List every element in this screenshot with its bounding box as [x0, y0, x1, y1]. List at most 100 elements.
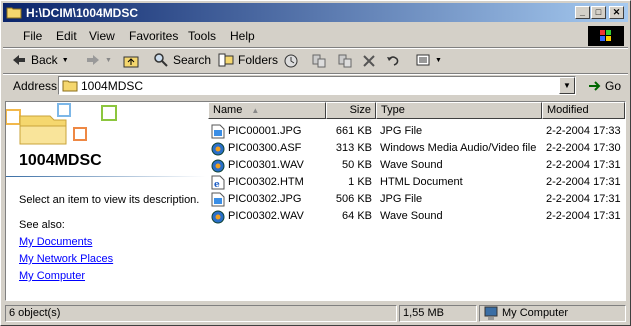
file-row[interactable]: PIC00301.WAV 50 KB Wave Sound 2-2-2004 17:3… [208, 157, 625, 174]
file-row[interactable]: PIC00302.JPG 506 KB JPG File 2-2-2004 17:31 [208, 191, 625, 208]
file-type: Wave Sound [380, 159, 443, 171]
chevron-down-icon[interactable]: ▼ [62, 57, 69, 64]
address-value: 1004MDSC [81, 79, 144, 93]
file-size: 313 KB [335, 142, 372, 154]
forward-button[interactable]: ▼ [85, 52, 112, 68]
address-bar: Address 1004MDSC ▼ Go [3, 75, 628, 97]
forward-arrow-icon [87, 55, 99, 65]
chevron-down-icon[interactable]: ▼ [435, 57, 442, 64]
file-name: PIC00301.WAV [228, 159, 304, 171]
file-modified: 2-2-2004 17:31 [546, 210, 621, 222]
link-my-computer[interactable]: My Computer [19, 270, 85, 282]
media-file-icon [211, 159, 225, 173]
status-total-size: 1,55 MB [399, 305, 477, 322]
minimize-button[interactable]: _ [575, 6, 590, 19]
window-title: H:\DCIM\1004MDSC [26, 6, 139, 20]
jpg-file-icon [211, 192, 225, 207]
file-type: HTML Document [380, 176, 463, 188]
file-size: 50 KB [342, 159, 372, 171]
address-dropdown-button[interactable]: ▼ [559, 77, 575, 94]
title-bar[interactable]: H:\DCIM\1004MDSC _ □ ✕ [3, 3, 628, 22]
file-name: PIC00300.ASF [228, 142, 302, 154]
go-arrow-icon [589, 81, 601, 91]
back-label: Back [31, 53, 58, 67]
see-also-label: See also: [19, 219, 65, 231]
file-size: 64 KB [342, 210, 372, 222]
divider [6, 176, 206, 177]
undo-icon[interactable] [385, 53, 401, 69]
history-icon[interactable] [283, 53, 299, 69]
file-modified: 2-2-2004 17:30 [546, 142, 621, 154]
back-arrow-icon [13, 55, 25, 65]
sort-ascending-icon: ▲ [251, 106, 260, 115]
file-type: Windows Media Audio/Video file [380, 142, 537, 154]
description-hint: Select an item to view its description. [19, 194, 200, 206]
folder-title: 1004MDSC [19, 152, 102, 169]
folders-icon [218, 53, 234, 67]
column-header-type[interactable]: Type [376, 102, 542, 119]
status-object-count: 6 object(s) [5, 305, 397, 322]
folder-banner-icon [6, 103, 117, 145]
link-my-documents[interactable]: My Documents [19, 236, 92, 248]
search-button[interactable]: Search [153, 52, 211, 68]
file-name: PIC00302.WAV [228, 210, 304, 222]
file-name: PIC00302.JPG [228, 193, 302, 205]
views-button[interactable]: ▼ [415, 52, 442, 68]
file-list: Name ▲ Size Type Modified PIC00001.JPG 66… [208, 102, 625, 300]
file-name: PIC00001.JPG [228, 125, 302, 137]
file-type: JPG File [380, 125, 423, 137]
menu-view[interactable]: View [89, 29, 115, 43]
menu-file[interactable]: File [23, 29, 42, 43]
menu-help[interactable]: Help [230, 29, 255, 43]
copy-to-icon[interactable] [337, 53, 353, 69]
menu-tools[interactable]: Tools [188, 29, 216, 43]
views-icon [416, 54, 430, 66]
jpg-file-icon [211, 124, 225, 139]
svg-text:e: e [214, 180, 220, 190]
go-button[interactable]: Go [587, 78, 621, 94]
close-button[interactable]: ✕ [609, 6, 624, 19]
chevron-down-icon[interactable]: ▼ [105, 57, 112, 64]
column-header-modified[interactable]: Modified [542, 102, 625, 119]
folders-button[interactable]: Folders [218, 52, 278, 68]
file-modified: 2-2-2004 17:31 [546, 193, 621, 205]
menu-favorites[interactable]: Favorites [129, 29, 178, 43]
folder-icon [6, 7, 22, 19]
file-row[interactable]: e PIC00302.HTM 1 KB HTML Document 2-2-2004 1… [208, 174, 625, 191]
file-size: 506 KB [335, 193, 372, 205]
toolbar: Back ▼ ▼ Search Folders ▼ [3, 48, 628, 74]
folders-label: Folders [238, 53, 279, 67]
computer-icon [484, 306, 498, 320]
column-name-label: Name [213, 104, 243, 116]
folder-view: 1004MDSC Select an item to view its desc… [5, 101, 626, 301]
menu-edit[interactable]: Edit [56, 29, 77, 43]
maximize-button[interactable]: □ [591, 6, 606, 19]
address-label: Address [13, 79, 58, 93]
windows-logo-icon [588, 26, 624, 46]
up-folder-icon[interactable] [123, 53, 139, 69]
file-row[interactable]: PIC00300.ASF 313 KB Windows Media Audio/Vi… [208, 140, 625, 157]
menu-bar: File Edit View Favorites Tools Help [3, 25, 628, 47]
file-modified: 2-2-2004 17:31 [546, 159, 621, 171]
column-header-size[interactable]: Size [326, 102, 376, 119]
web-view-pane: 1004MDSC Select an item to view its desc… [6, 102, 206, 300]
file-row[interactable]: PIC00302.WAV 64 KB Wave Sound 2-2-2004 17:3… [208, 208, 625, 225]
file-row[interactable]: PIC00001.JPG 661 KB JPG File 2-2-2004 17:33 [208, 123, 625, 140]
link-my-network-places[interactable]: My Network Places [19, 253, 113, 265]
folder-icon [62, 80, 78, 92]
file-type: JPG File [380, 193, 423, 205]
file-size: 661 KB [335, 125, 372, 137]
column-header-name[interactable]: Name ▲ [208, 102, 326, 119]
status-location: My Computer [479, 305, 626, 322]
file-modified: 2-2-2004 17:31 [546, 176, 621, 188]
address-input[interactable]: 1004MDSC ▼ [58, 76, 576, 95]
html-file-icon: e [211, 175, 225, 190]
back-button[interactable]: Back ▼ [11, 52, 69, 68]
search-label: Search [173, 53, 212, 67]
delete-icon[interactable] [361, 53, 377, 69]
move-to-icon[interactable] [311, 53, 327, 69]
file-size: 1 KB [348, 176, 372, 188]
search-icon [154, 53, 168, 67]
explorer-window: H:\DCIM\1004MDSC _ □ ✕ File Edit View Fa… [0, 0, 631, 326]
file-type: Wave Sound [380, 210, 443, 222]
